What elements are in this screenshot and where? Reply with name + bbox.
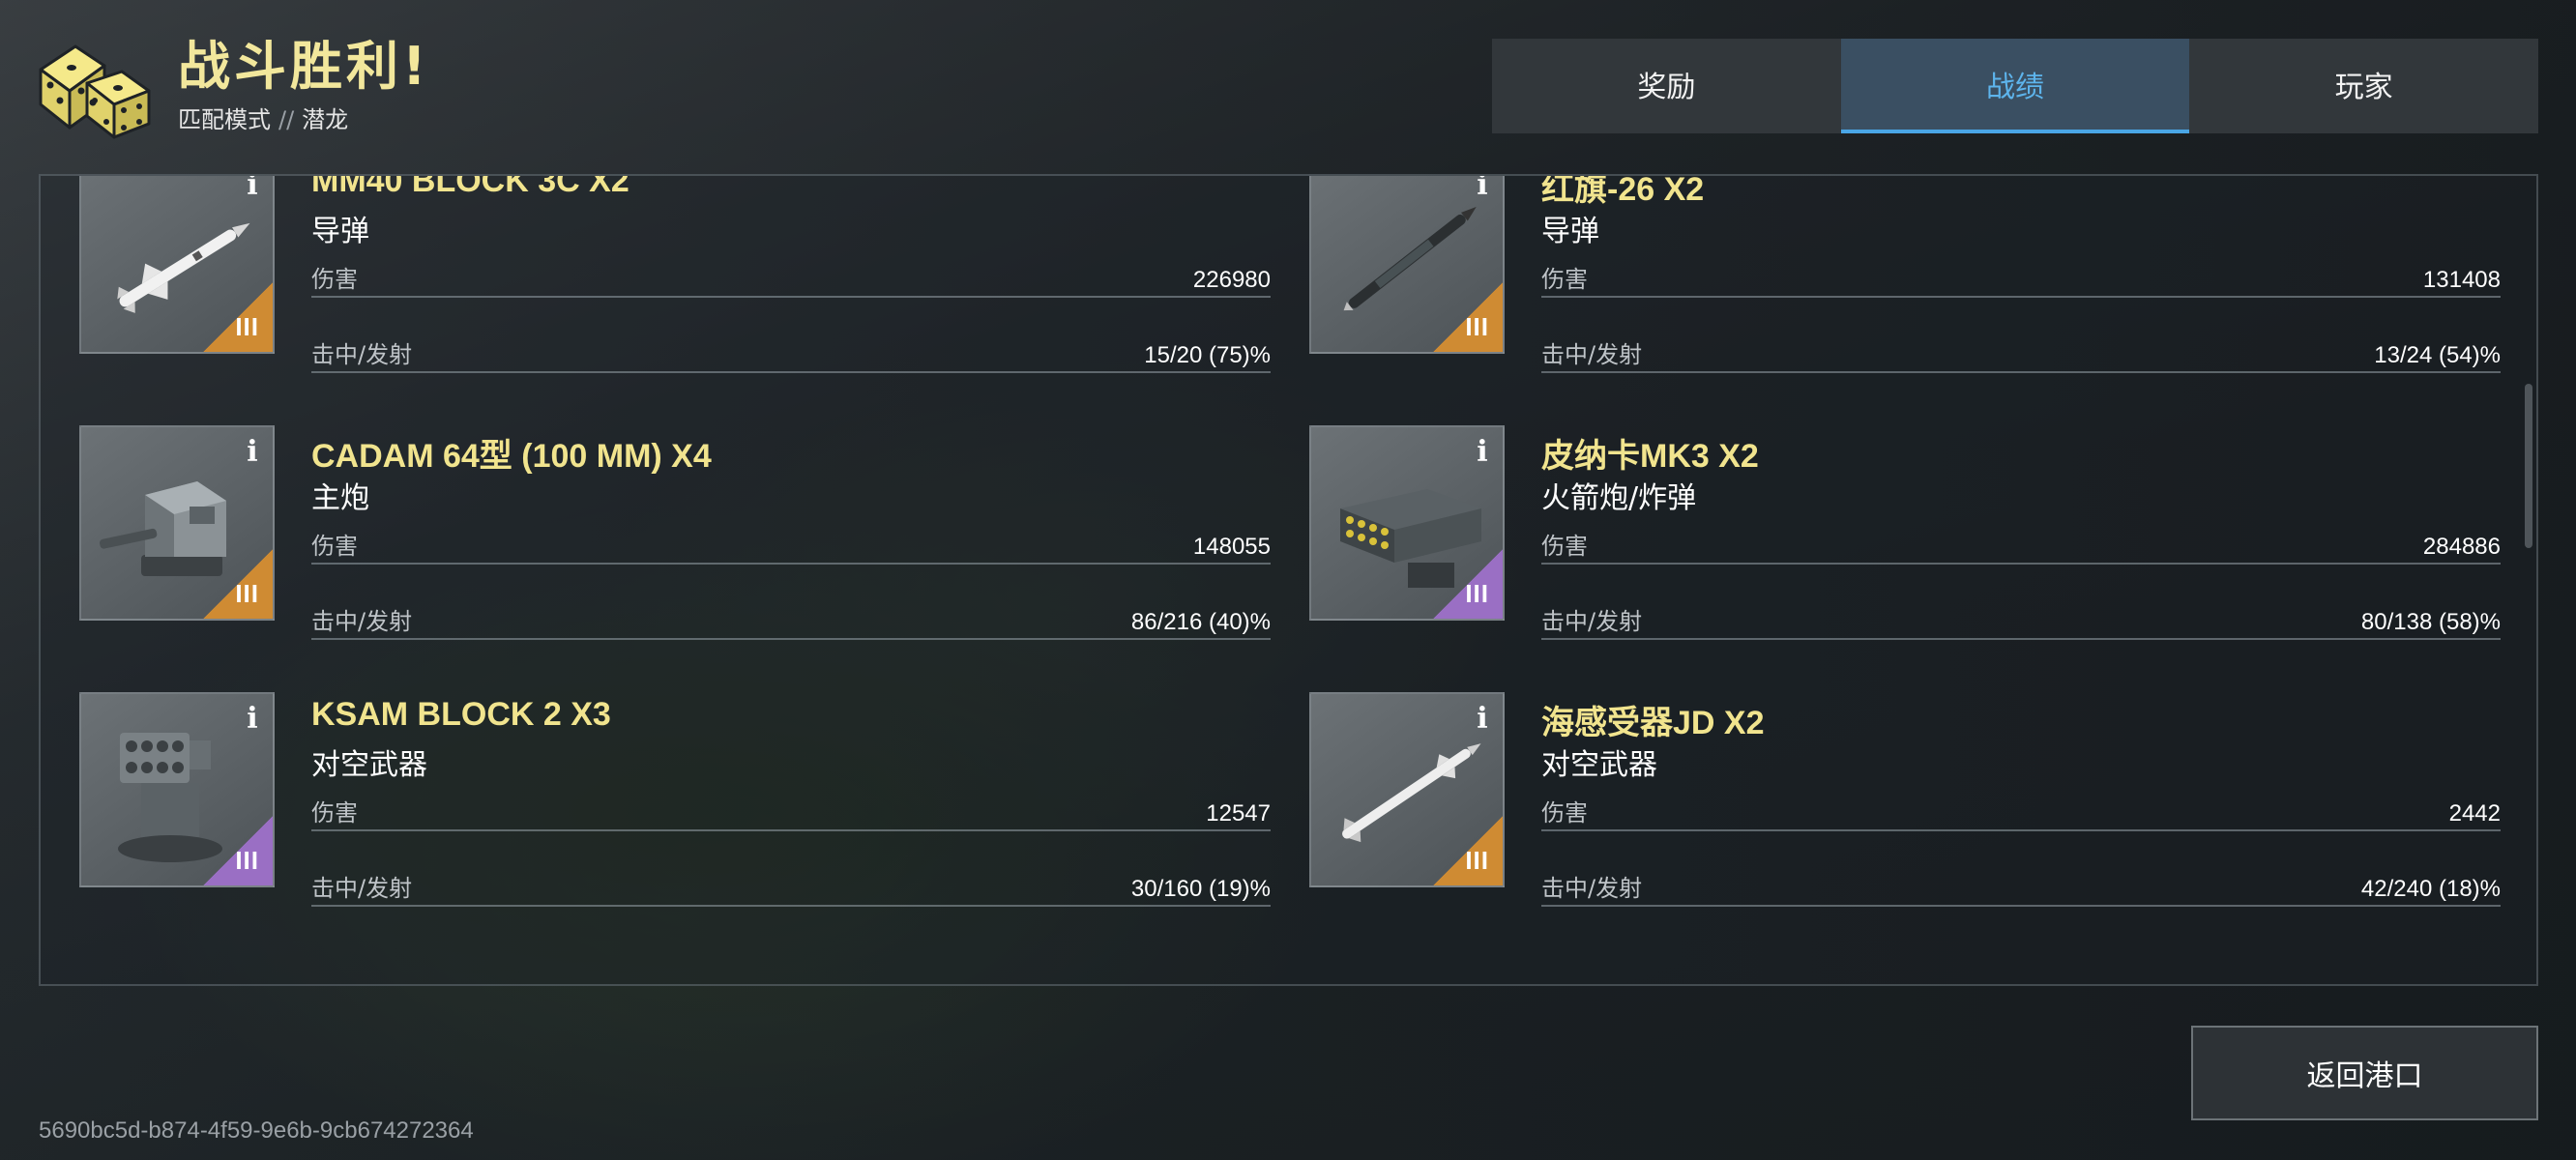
hit-rate-value: 42/240 (18)%	[2360, 876, 2501, 902]
weapon-stats-panel[interactable]: i III MM40 BLOCK 3C X2 导弹 伤害 226980 击中/发…	[39, 174, 2538, 986]
hit-rate-label: 击中/发射	[311, 341, 413, 368]
damage-value: 12547	[1206, 800, 1271, 826]
damage-label: 伤害	[1541, 266, 1588, 293]
damage-value: 2442	[2448, 800, 2501, 826]
hit-rate-value: 15/20 (75)%	[1144, 342, 1271, 368]
weapon-name: KSAM BLOCK 2 X3	[311, 696, 611, 733]
weapon-card: i III CADAM 64型 (100 MM) X4 主炮 伤害 148055…	[79, 425, 1278, 682]
damage-label: 伤害	[311, 266, 358, 293]
damage-value: 148055	[1192, 534, 1271, 560]
tier-label: III	[1465, 846, 1489, 875]
damage-value: 131408	[2422, 267, 2501, 293]
scrollbar-thumb[interactable]	[2525, 384, 2532, 548]
tier-label: III	[235, 846, 259, 875]
damage-row: 伤害 131408	[1541, 259, 2501, 298]
match-mode: 匹配模式	[178, 106, 271, 133]
weapon-name: 红旗-26 X2	[1541, 174, 1705, 208]
result-tabs: 奖励 战绩 玩家	[1492, 39, 2539, 133]
weapon-card: i III KSAM BLOCK 2 X3 对空武器 伤害 12547 击中/发…	[79, 692, 1278, 948]
damage-value: 284886	[2422, 534, 2501, 560]
hit-rate-value: 80/138 (58)%	[2360, 609, 2501, 635]
info-icon[interactable]: i	[1474, 704, 1491, 735]
damage-value: 226980	[1192, 267, 1271, 293]
weapon-name: 皮纳卡MK3 X2	[1541, 438, 1759, 475]
tab-combat-record[interactable]: 战绩	[1840, 39, 2190, 133]
hit-rate-row: 击中/发射 15/20 (75)%	[311, 334, 1271, 373]
weapon-type: 对空武器	[311, 748, 427, 782]
weapon-card: i III 皮纳卡MK3 X2 火箭炮/炸弹 伤害 284886 击中/发射 8…	[1309, 425, 2508, 682]
title-block: 战斗胜利! 匹配模式 // 潜龙	[178, 33, 430, 134]
match-info: 匹配模式 // 潜龙	[178, 101, 430, 134]
session-id: 5690bc5d-b874-4f59-9e6b-9cb674272364	[39, 1117, 474, 1144]
tier-label: III	[1465, 312, 1489, 341]
weapon-thumbnail: i III	[79, 692, 275, 887]
tab-players[interactable]: 玩家	[2189, 39, 2539, 133]
tier-label: III	[1465, 579, 1489, 608]
weapon-type: 对空武器	[1541, 748, 1657, 782]
weapon-type: 火箭炮/炸弹	[1541, 481, 1697, 515]
weapon-name: 海感受器JD X2	[1541, 705, 1765, 741]
separator: //	[278, 106, 295, 133]
damage-row: 伤害 148055	[311, 526, 1271, 565]
hit-rate-value: 13/24 (54)%	[2374, 342, 2501, 368]
weapon-name: MM40 BLOCK 3C X2	[311, 174, 629, 199]
map-name: 潜龙	[302, 106, 349, 133]
info-icon[interactable]: i	[1474, 437, 1491, 468]
weapon-thumbnail: i III	[79, 425, 275, 621]
damage-row: 伤害 226980	[311, 259, 1271, 298]
hit-rate-row: 击中/发射 80/138 (58)%	[1541, 601, 2501, 640]
info-icon[interactable]: i	[1474, 176, 1491, 201]
damage-label: 伤害	[1541, 533, 1588, 560]
hit-rate-value: 86/216 (40)%	[1130, 609, 1271, 635]
weapon-thumbnail: i III	[1309, 692, 1505, 887]
damage-label: 伤害	[311, 799, 358, 826]
hit-rate-label: 击中/发射	[1541, 341, 1643, 368]
scrollbar[interactable]	[2525, 176, 2532, 984]
hit-rate-label: 击中/发射	[1541, 875, 1643, 902]
hit-rate-row: 击中/发射 30/160 (19)%	[311, 868, 1271, 907]
return-to-port-button[interactable]: 返回港口	[2191, 1026, 2538, 1120]
weapon-card: i III MM40 BLOCK 3C X2 导弹 伤害 226980 击中/发…	[79, 174, 1278, 415]
info-icon[interactable]: i	[244, 704, 261, 735]
info-icon[interactable]: i	[244, 437, 261, 468]
damage-row: 伤害 12547	[311, 793, 1271, 831]
hit-rate-label: 击中/发射	[1541, 608, 1643, 635]
weapon-thumbnail: i III	[1309, 425, 1505, 621]
hit-rate-row: 击中/发射 42/240 (18)%	[1541, 868, 2501, 907]
header: 战斗胜利! 匹配模式 // 潜龙	[33, 33, 430, 141]
weapon-thumbnail: i III	[79, 176, 275, 354]
hit-rate-row: 击中/发射 13/24 (54)%	[1541, 334, 2501, 373]
hit-rate-value: 30/160 (19)%	[1130, 876, 1271, 902]
tab-rewards[interactable]: 奖励	[1492, 39, 1841, 133]
damage-label: 伤害	[311, 533, 358, 560]
damage-row: 伤害 284886	[1541, 526, 2501, 565]
info-icon[interactable]: i	[244, 176, 261, 201]
hit-rate-label: 击中/发射	[311, 875, 413, 902]
hit-rate-label: 击中/发射	[311, 608, 413, 635]
weapon-name: CADAM 64型 (100 MM) X4	[311, 438, 712, 475]
tier-label: III	[235, 312, 259, 341]
weapon-type: 主炮	[311, 481, 369, 515]
damage-row: 伤害 2442	[1541, 793, 2501, 831]
dice-icon	[39, 44, 151, 139]
weapon-card: i III 海感受器JD X2 对空武器 伤害 2442 击中/发射 42/24…	[1309, 692, 2508, 948]
hit-rate-row: 击中/发射 86/216 (40)%	[311, 601, 1271, 640]
tier-label: III	[235, 579, 259, 608]
weapon-type: 导弹	[1541, 215, 1599, 248]
weapon-card: i III 红旗-26 X2 导弹 伤害 131408 击中/发射 13/24 …	[1309, 174, 2508, 415]
weapon-thumbnail: i III	[1309, 176, 1505, 354]
page-title: 战斗胜利!	[178, 36, 430, 97]
damage-label: 伤害	[1541, 799, 1588, 826]
weapon-type: 导弹	[311, 215, 369, 248]
